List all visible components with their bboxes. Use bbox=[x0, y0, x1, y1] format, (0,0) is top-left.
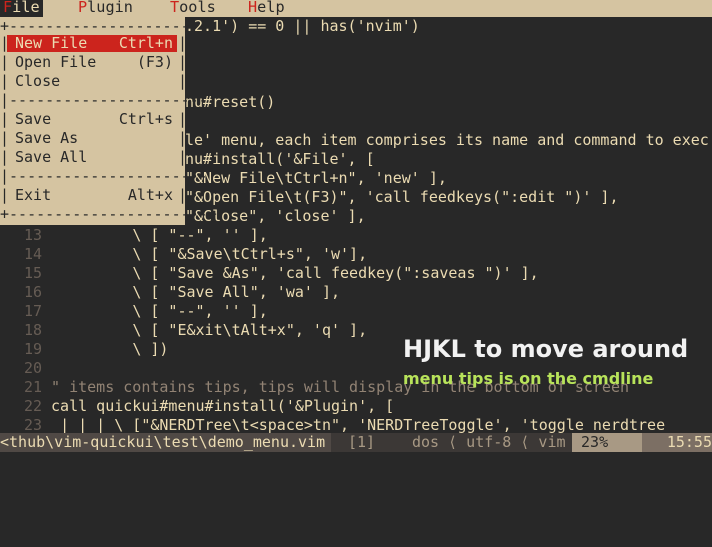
menu-border-left: | bbox=[0, 34, 10, 52]
menu-border-right: | bbox=[178, 72, 188, 90]
line-number: 13 bbox=[23, 226, 42, 244]
line-text: | | | \ ["&NERDTree\t<space>tn", 'NERDTr… bbox=[60, 416, 666, 434]
menu-border-right: | bbox=[178, 129, 188, 147]
line-text: \ ]) bbox=[132, 340, 169, 358]
line-text: call quickui#menu#install('&Plugin', [ bbox=[51, 397, 395, 415]
menu-item-save-as[interactable]: | Save As | bbox=[0, 129, 188, 148]
line-text: \ [ "--", '' ], bbox=[132, 226, 268, 244]
menu-border-left: | bbox=[0, 148, 10, 166]
line-text: .2.1') == 0 || has('nvim') bbox=[185, 17, 420, 35]
menu-border-right: | bbox=[178, 186, 188, 204]
line-text: "&Open File\t(F3)", 'call feedkeys(":edi… bbox=[185, 188, 619, 206]
menu-item-new-file[interactable]: | New File Ctrl+n | bbox=[0, 34, 188, 53]
cmdline[interactable] bbox=[0, 452, 712, 471]
code-line: 13 \ [ "--", '' ], bbox=[0, 226, 712, 245]
menu-item-label: Save All bbox=[15, 148, 88, 166]
menu-border-right: | bbox=[178, 110, 188, 128]
line-text: \ [ "--", '' ], bbox=[132, 302, 268, 320]
line-number: 16 bbox=[23, 283, 42, 301]
line-text: \ [ "Save All", 'wa' ], bbox=[132, 283, 341, 301]
menu-border-right: | bbox=[178, 53, 188, 71]
menu-file-hotkey: F bbox=[3, 0, 13, 16]
menu-item-exit[interactable]: | Exit Alt+x | bbox=[0, 186, 188, 205]
menu-border-bottom: +----------------------+ bbox=[0, 205, 217, 223]
menu-item-label: Close bbox=[15, 72, 61, 90]
menu-border-left: | bbox=[0, 186, 10, 204]
file-dropdown-menu: +----------------------+ | New File Ctrl+n |… bbox=[0, 17, 217, 225]
code-line: "&Open File\t(F3)", 'call feedkeys(":edi… bbox=[185, 188, 712, 207]
menu-item-save-all[interactable]: | Save All | bbox=[0, 148, 188, 167]
menu-item-save[interactable]: | Save Ctrl+s | bbox=[0, 110, 188, 129]
code-line: le' menu, each item comprises its name a… bbox=[185, 131, 712, 150]
code-line: "&New File\tCtrl+n", 'new' ], bbox=[185, 169, 712, 188]
menu-border-right: | bbox=[178, 148, 188, 166]
status-percent: 23% bbox=[572, 433, 642, 452]
menu-separator: |----------------------| bbox=[0, 91, 217, 109]
menu-border-right: | bbox=[178, 34, 188, 52]
menu-file[interactable]: File bbox=[0, 0, 43, 17]
statusline: <thub\vim-quickui\test\demo_menu.vim [1]… bbox=[0, 433, 712, 452]
status-buffer: [1] bbox=[348, 433, 376, 451]
line-number: 15 bbox=[23, 264, 42, 282]
code-line: "&Close", 'close' ], bbox=[185, 207, 712, 226]
code-line: nu#install('&File', [ bbox=[185, 150, 712, 169]
line-number: 14 bbox=[23, 245, 42, 263]
menu-border-left: | bbox=[0, 53, 10, 71]
code-line: 14 \ [ "&Save\tCtrl+s", 'w'], bbox=[0, 245, 712, 264]
line-number: 18 bbox=[23, 321, 42, 339]
menu-tools[interactable]: Tools bbox=[170, 0, 216, 17]
line-number: 20 bbox=[23, 359, 42, 377]
line-text: \ [ "E&xit\tAlt+x", 'q' ], bbox=[132, 321, 368, 339]
menu-item-shortcut: (F3) bbox=[136, 53, 173, 71]
menu-separator: |----------------------| bbox=[0, 167, 217, 185]
menubar: File Plugin Tools Help bbox=[0, 0, 712, 17]
overlay-title: HJKL to move around bbox=[403, 335, 689, 363]
menu-item-open-file[interactable]: | Open File (F3) | bbox=[0, 53, 188, 72]
menu-item-shortcut: Ctrl+n bbox=[118, 34, 173, 52]
code-line: 15 \ [ "Save &As", 'call feedkey(":savea… bbox=[0, 264, 712, 283]
menu-item-label: Exit bbox=[15, 186, 52, 204]
status-position: 15:55 bbox=[642, 433, 712, 452]
menu-item-close[interactable]: | Close | bbox=[0, 72, 188, 91]
menu-item-shortcut: Alt+x bbox=[127, 186, 173, 204]
line-number: 21 bbox=[23, 378, 42, 396]
menu-item-label: New File bbox=[15, 34, 88, 52]
menu-item-label: Open File bbox=[15, 53, 97, 71]
menu-border-left: | bbox=[0, 72, 10, 90]
line-text: \ [ "&Save\tCtrl+s", 'w'], bbox=[132, 245, 368, 263]
code-line: 22 call quickui#menu#install('&Plugin', … bbox=[0, 397, 712, 416]
menu-item-label: Save As bbox=[15, 129, 79, 147]
line-text: \ [ "Save &As", 'call feedkey(":saveas "… bbox=[132, 264, 539, 282]
line-text: le' menu, each item comprises its name a… bbox=[185, 131, 709, 149]
code-line: 17 \ [ "--", '' ], bbox=[0, 302, 712, 321]
menu-plugin[interactable]: Plugin bbox=[78, 0, 133, 17]
line-number: 17 bbox=[23, 302, 42, 320]
menu-border-left: | bbox=[0, 129, 10, 147]
menu-item-label: Save bbox=[15, 110, 52, 128]
code-line: 16 \ [ "Save All", 'wa' ], bbox=[0, 283, 712, 302]
line-text: nu#install('&File', [ bbox=[185, 150, 375, 168]
code-line: .2.1') == 0 || has('nvim') bbox=[185, 17, 712, 36]
status-encoding: dos ⟨ utf-8 ⟨ vim bbox=[412, 433, 566, 451]
menu-item-shortcut: Ctrl+s bbox=[118, 110, 173, 128]
menu-border-left: | bbox=[0, 110, 10, 128]
line-text: "&New File\tCtrl+n", 'new' ], bbox=[185, 169, 447, 187]
menu-help[interactable]: Help bbox=[248, 0, 285, 17]
line-number: 22 bbox=[23, 397, 42, 415]
status-filename: <thub\vim-quickui\test\demo_menu.vim bbox=[0, 433, 332, 452]
overlay-subtitle: menu tips is on the cmdline bbox=[403, 369, 654, 388]
code-line: nu#reset() bbox=[185, 93, 712, 112]
line-number: 19 bbox=[23, 340, 42, 358]
